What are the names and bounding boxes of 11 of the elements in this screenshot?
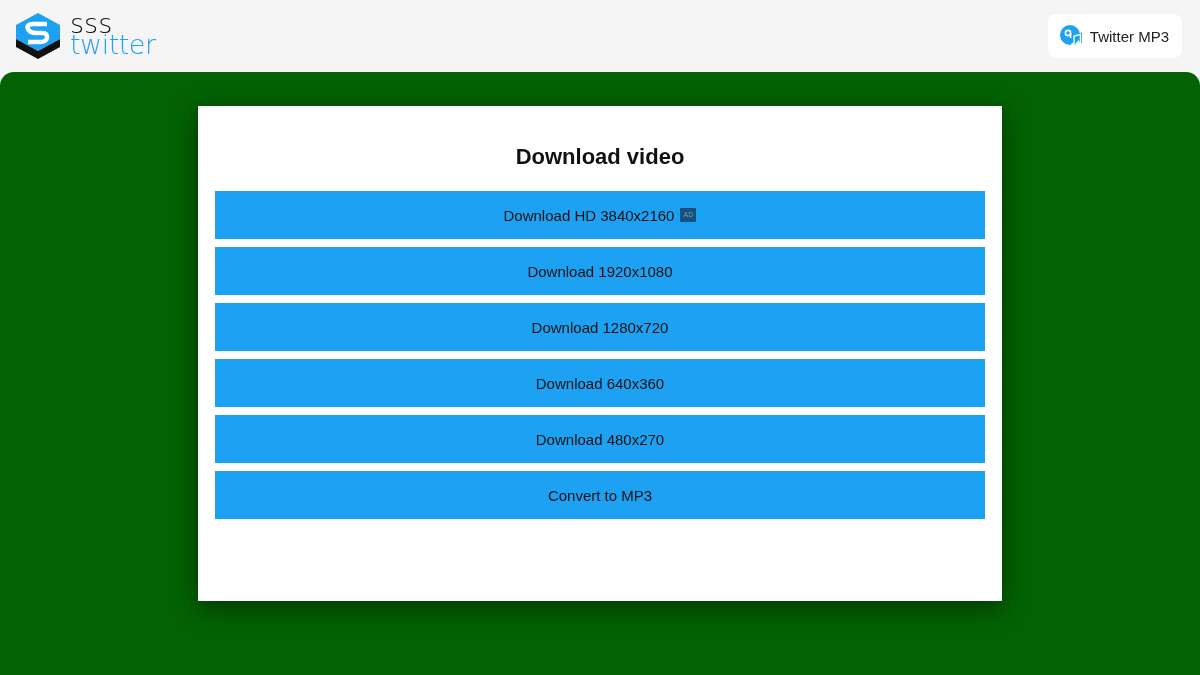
music-disc-icon bbox=[1059, 25, 1082, 47]
download-option-button[interactable]: Download 1920x1080 bbox=[215, 247, 985, 295]
download-option-button[interactable]: Download 480x270 bbox=[215, 415, 985, 463]
download-title: Download video bbox=[515, 143, 685, 171]
twitter-mp3-link[interactable]: Twitter MP3 bbox=[1047, 14, 1182, 58]
logo-text: sss bbox=[70, 12, 113, 34]
download-option-button[interactable]: Download 1280x720 bbox=[215, 303, 985, 351]
logo-text: twitter bbox=[70, 34, 156, 56]
download-option-button[interactable]: Convert to MP3 bbox=[215, 471, 985, 519]
download-option-button[interactable]: Download 640x360 bbox=[215, 359, 985, 407]
cube-logo-icon bbox=[14, 11, 62, 61]
